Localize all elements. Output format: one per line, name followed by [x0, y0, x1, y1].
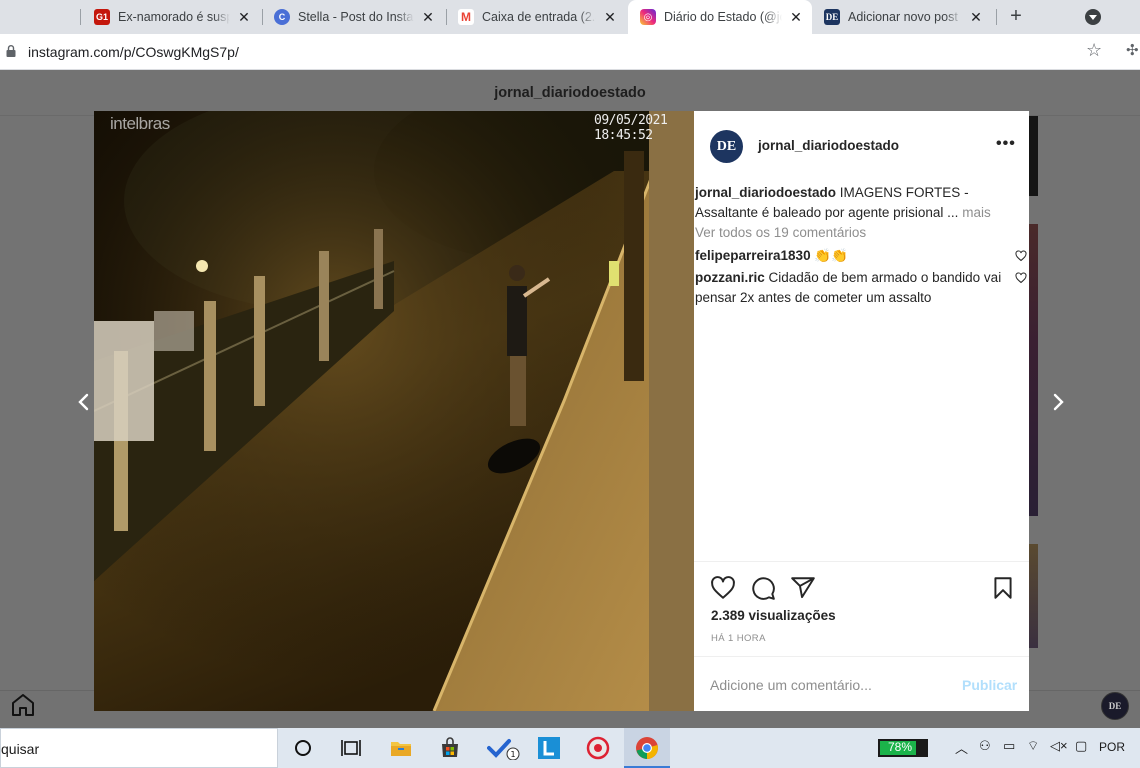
- author-avatar[interactable]: DE: [710, 130, 743, 163]
- like-comment-heart-icon[interactable]: [1015, 272, 1027, 284]
- comment-text: 👏👏: [814, 247, 848, 263]
- cortana-icon[interactable]: [291, 736, 315, 760]
- camera-brand-watermark: intelbras: [110, 114, 170, 133]
- save-bookmark-icon[interactable]: [990, 575, 1016, 601]
- tab-title: Stella - Post do Instagram: [298, 10, 414, 24]
- tab-strip: G1 Ex-namorado é suspeito ✕ C Stella - P…: [0, 0, 1140, 34]
- close-tab-icon[interactable]: ✕: [236, 9, 252, 26]
- more-options-icon[interactable]: •••: [996, 135, 1016, 153]
- file-explorer-icon[interactable]: [389, 736, 413, 760]
- next-post-chevron-icon[interactable]: [1048, 392, 1068, 412]
- instagram-favicon-icon: ◎: [640, 9, 656, 25]
- comment-item: felipeparreira1830 👏👏: [695, 246, 1029, 266]
- tab-wordpress[interactable]: DE Adicionar novo post ‹ Diário ✕: [812, 0, 992, 34]
- caption-username[interactable]: jornal_diariodoestado: [695, 185, 836, 200]
- chrome-icon: [636, 737, 658, 759]
- tab-title: Caixa de entrada (2.478): [482, 10, 596, 24]
- author-username[interactable]: jornal_diariodoestado: [758, 138, 899, 153]
- tab-g1[interactable]: G1 Ex-namorado é suspeito ✕: [82, 0, 260, 34]
- input-language-indicator[interactable]: POR: [1099, 740, 1125, 754]
- gmail-favicon-icon: M: [458, 9, 474, 25]
- close-tab-icon[interactable]: ✕: [788, 9, 804, 26]
- comment-username[interactable]: pozzani.ric: [695, 270, 765, 285]
- taskbar-search-text: quisar: [1, 741, 40, 757]
- task-view-icon[interactable]: [339, 736, 363, 760]
- tab-separator: [996, 9, 997, 25]
- add-comment-input[interactable]: [710, 673, 940, 697]
- background-post-thumbnail: [1029, 224, 1038, 516]
- close-tab-icon[interactable]: ✕: [968, 9, 984, 26]
- todo-app-icon[interactable]: 1: [487, 736, 521, 760]
- taskbar-chrome-active[interactable]: [624, 728, 670, 768]
- lock-icon[interactable]: [6, 45, 16, 57]
- extension-icon[interactable]: ✣: [1126, 41, 1139, 59]
- like-heart-icon[interactable]: [710, 575, 736, 601]
- post-caption: jornal_diariodoestado IMAGENS FORTES - A…: [695, 183, 1029, 222]
- post-details-panel: DE jornal_diariodoestado ••• jornal_diar…: [694, 111, 1029, 711]
- tab-instagram-active[interactable]: ◎ Diário do Estado (@jornal_diariodoesta…: [628, 0, 812, 34]
- notification-icon[interactable]: ▢: [1075, 738, 1087, 754]
- publish-comment-button[interactable]: Publicar: [962, 677, 1017, 693]
- tab-search-menu-icon[interactable]: [1085, 9, 1101, 25]
- post-actions: 2.389 visualizações HÁ 1 HORA: [694, 561, 1029, 656]
- app-l-icon[interactable]: [537, 736, 561, 760]
- battery-indicator[interactable]: 78%: [878, 739, 928, 757]
- diario-favicon-icon: DE: [824, 9, 840, 25]
- bookmark-star-icon[interactable]: ☆: [1086, 40, 1102, 61]
- battery-status-icon[interactable]: ▭: [1003, 738, 1015, 754]
- tab-title: Adicionar novo post ‹ Diário: [848, 10, 962, 24]
- post-header: DE jornal_diariodoestado •••: [694, 111, 1029, 183]
- comment-item: pozzani.ric Cidadão de bem armado o band…: [695, 268, 1029, 307]
- battery-percent-label: 78%: [887, 740, 913, 754]
- previous-post-chevron-icon[interactable]: [74, 392, 94, 412]
- cctv-video-frame: [94, 111, 694, 711]
- background-post-thumbnail: [1029, 116, 1038, 196]
- new-tab-button[interactable]: +: [1004, 5, 1028, 29]
- comment-bubble-icon[interactable]: [750, 575, 776, 601]
- camera-timestamp: 09/05/2021 18:45:52: [594, 113, 668, 143]
- background-post-thumbnail: [1029, 544, 1038, 648]
- tab-stella[interactable]: C Stella - Post do Instagram ✕: [262, 0, 444, 34]
- add-comment-form: Publicar: [694, 656, 1029, 711]
- show-hidden-icons-chevron-icon[interactable]: ︿: [955, 738, 968, 757]
- post-video[interactable]: intelbras 09/05/2021 18:45:52: [94, 111, 694, 711]
- url-text[interactable]: instagram.com/p/COswgKMgS7p/: [28, 44, 239, 60]
- security-app-icon[interactable]: [586, 736, 610, 760]
- view-all-comments-link[interactable]: Ver todos os 19 comentários: [695, 223, 1029, 243]
- windows-taskbar: quisar 1 78% ︿ ⚇ ▭ ⌔ ◁× ▢ POR: [0, 728, 1140, 768]
- post-comments-area: jornal_diariodoestado IMAGENS FORTES - A…: [695, 183, 1029, 310]
- people-icon[interactable]: ⚇: [979, 738, 991, 754]
- post-timestamp[interactable]: HÁ 1 HORA: [711, 633, 766, 644]
- like-comment-heart-icon[interactable]: [1015, 249, 1027, 262]
- views-count[interactable]: 2.389 visualizações: [711, 608, 836, 623]
- close-tab-icon[interactable]: ✕: [420, 9, 436, 26]
- svg-text:1: 1: [510, 750, 515, 759]
- g1-favicon-icon: G1: [94, 9, 110, 25]
- share-send-icon[interactable]: [790, 575, 816, 601]
- tab-separator: [80, 9, 81, 25]
- home-icon[interactable]: [10, 692, 36, 718]
- caption-more-link[interactable]: mais: [962, 205, 991, 220]
- tab-title: Ex-namorado é suspeito: [118, 10, 230, 24]
- comment-username[interactable]: felipeparreira1830: [695, 248, 811, 263]
- microsoft-store-icon[interactable]: [438, 736, 462, 760]
- canva-favicon-icon: C: [274, 9, 290, 25]
- page-header-username: jornal_diariodoestado: [0, 70, 1140, 116]
- wifi-icon[interactable]: ⌔: [1027, 738, 1039, 754]
- close-tab-icon[interactable]: ✕: [602, 9, 618, 26]
- tab-gmail[interactable]: M Caixa de entrada (2.478) ✕: [446, 0, 626, 34]
- taskbar-search-box[interactable]: quisar: [0, 728, 278, 768]
- profile-avatar[interactable]: DE: [1101, 692, 1129, 720]
- tab-title: Diário do Estado (@jornal_diariodoestado…: [664, 10, 782, 24]
- address-bar: instagram.com/p/COswgKMgS7p/ ☆ ✣: [0, 34, 1140, 70]
- volume-muted-icon[interactable]: ◁×: [1050, 738, 1068, 754]
